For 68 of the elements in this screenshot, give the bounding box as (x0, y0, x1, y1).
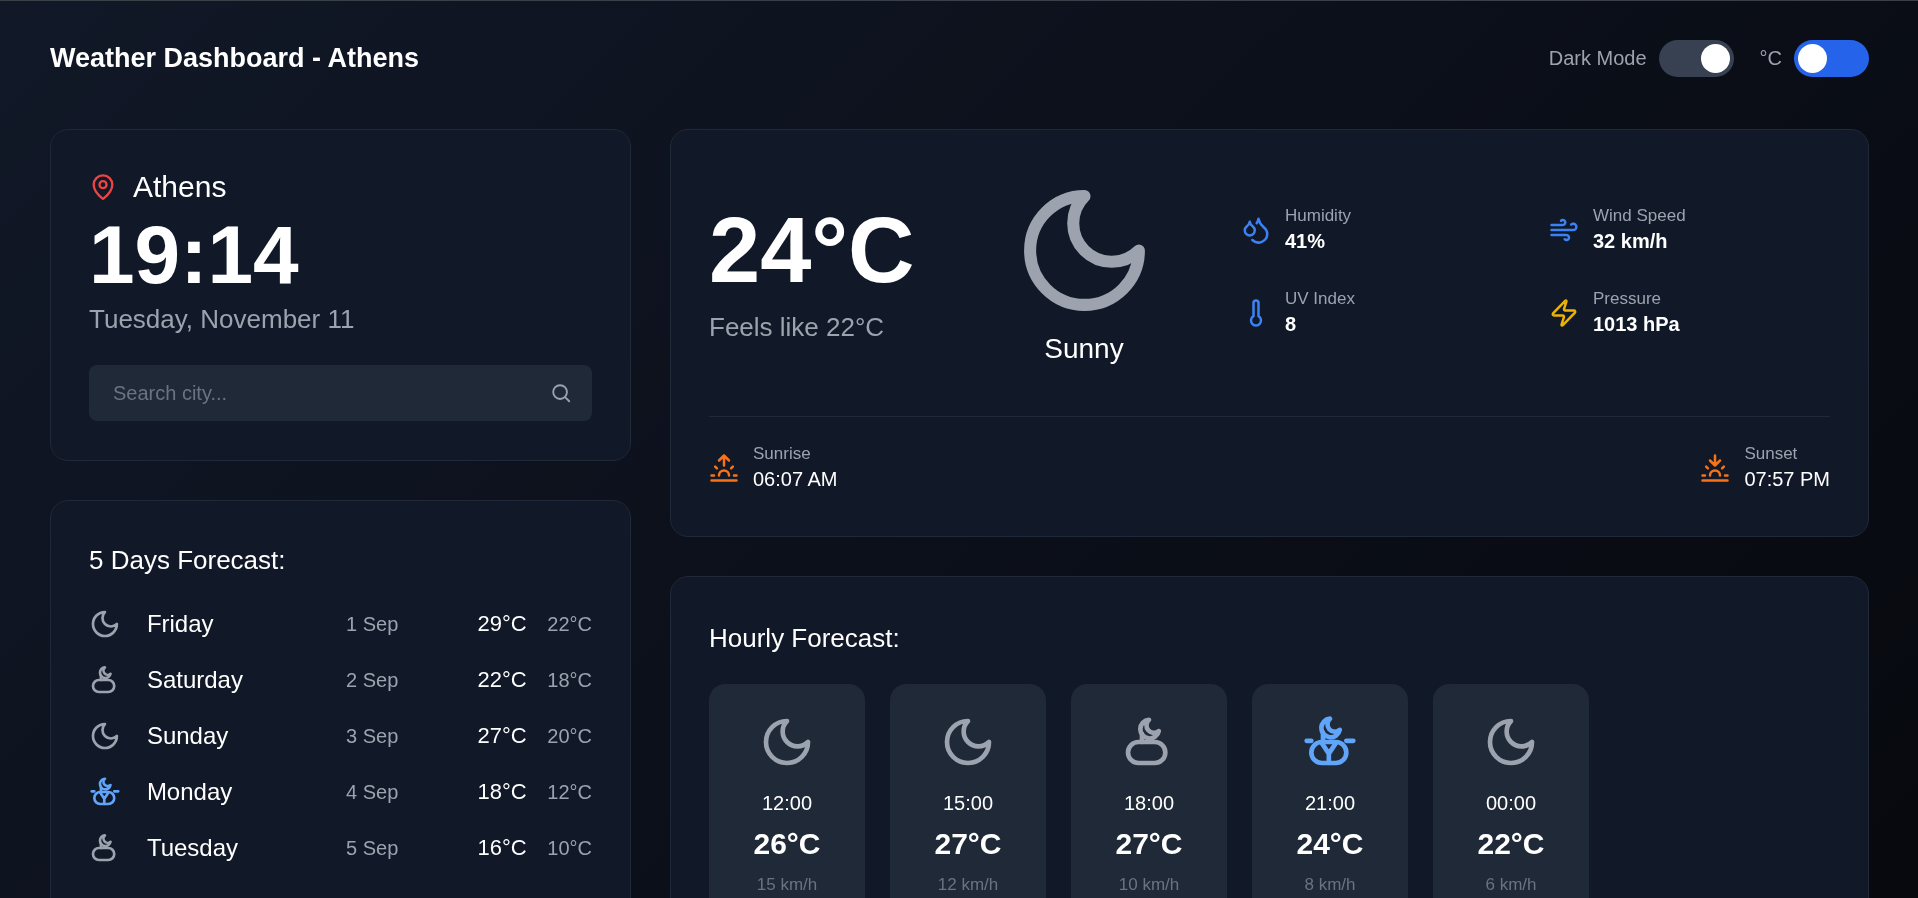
current-time: 19:14 (89, 214, 300, 296)
stat-value: 8 (1285, 313, 1298, 336)
stat-value: 41% (1285, 230, 1327, 253)
stat-value: 06:07 AM (753, 468, 838, 491)
hour-temperature: 27°C (1115, 827, 1183, 861)
low-temperature: 22°C (547, 612, 592, 636)
day-name: Monday (146, 778, 234, 806)
day-name: Saturday (146, 666, 244, 694)
day-date: 5 Sep (346, 836, 400, 860)
day-name: Friday (146, 610, 215, 638)
stat-label: Humidity (1285, 206, 1352, 226)
sunrise-icon (709, 452, 739, 483)
hour-temperature: 27°C (934, 827, 1002, 861)
stat-label: Pressure (1593, 289, 1663, 309)
storm-cloud-icon (89, 776, 121, 808)
stat-label: Sunset (1744, 444, 1799, 464)
lightning-icon (1549, 297, 1579, 328)
toggle-label: Dark Mode (1548, 46, 1647, 70)
stat-label: Sunrise (753, 444, 812, 464)
toggle-switch[interactable] (1794, 39, 1869, 77)
search-icon (550, 382, 572, 404)
stat-value: 07:57 PM (1744, 468, 1830, 491)
low-temperature: 18°C (547, 668, 592, 692)
low-temperature: 20°C (547, 724, 592, 748)
section-title: Hourly Forecast: (709, 623, 901, 654)
toggle-switch[interactable] (1658, 39, 1734, 77)
moon-icon (89, 720, 121, 752)
condition-text: Sunny (1044, 333, 1124, 365)
sunset-icon (1700, 452, 1731, 483)
hour-temperature: 22°C (1477, 827, 1545, 861)
day-date: 4 Sep (346, 780, 400, 804)
current-temperature: 24°C (709, 204, 916, 296)
search-field[interactable]: Search city... (89, 365, 592, 421)
wind-speed: 10 km/h (1118, 875, 1180, 895)
section-title: 5 Days Forecast: (89, 545, 287, 576)
wind-speed: 15 km/h (756, 875, 818, 895)
stat-label: UV Index (1285, 289, 1355, 309)
wind-speed: 12 km/h (937, 875, 999, 895)
current-date: Tuesday, November 11 (89, 304, 356, 335)
hour-temperature: 26°C (753, 827, 821, 861)
low-temperature: 10°C (547, 836, 592, 860)
moon-icon (89, 608, 121, 640)
stat-label: Wind Speed (1593, 206, 1686, 226)
page-title: Weather Dashboard - Athens (50, 42, 420, 74)
wind-speed: 6 km/h (1485, 875, 1537, 895)
wind-speed: 8 km/h (1304, 875, 1356, 895)
hour-temperature: 24°C (1296, 827, 1364, 861)
day-date: 1 Sep (346, 612, 400, 636)
hour-time: 15:00 (942, 792, 994, 815)
stat-value: 32 km/h (1593, 230, 1669, 253)
stat-value: 1013 hPa (1593, 313, 1680, 336)
feels-like-text: Feels like 22°C (709, 312, 886, 343)
day-name: Tuesday (146, 834, 240, 862)
day-date: 2 Sep (346, 668, 400, 692)
high-temperature: 16°C (477, 835, 528, 861)
hour-time: 12:00 (761, 792, 813, 815)
hour-time: 18:00 (1123, 792, 1175, 815)
low-temperature: 12°C (547, 780, 592, 804)
toggle-label: °C (1759, 46, 1782, 70)
hour-time: 21:00 (1304, 792, 1356, 815)
high-temperature: 27°C (477, 723, 528, 749)
high-temperature: 18°C (477, 779, 528, 805)
high-temperature: 22°C (477, 667, 528, 693)
day-name: Sunday (146, 722, 230, 750)
day-date: 3 Sep (346, 724, 400, 748)
city-name: Athens (133, 170, 227, 204)
hour-time: 00:00 (1485, 792, 1537, 815)
high-temperature: 29°C (477, 611, 528, 637)
